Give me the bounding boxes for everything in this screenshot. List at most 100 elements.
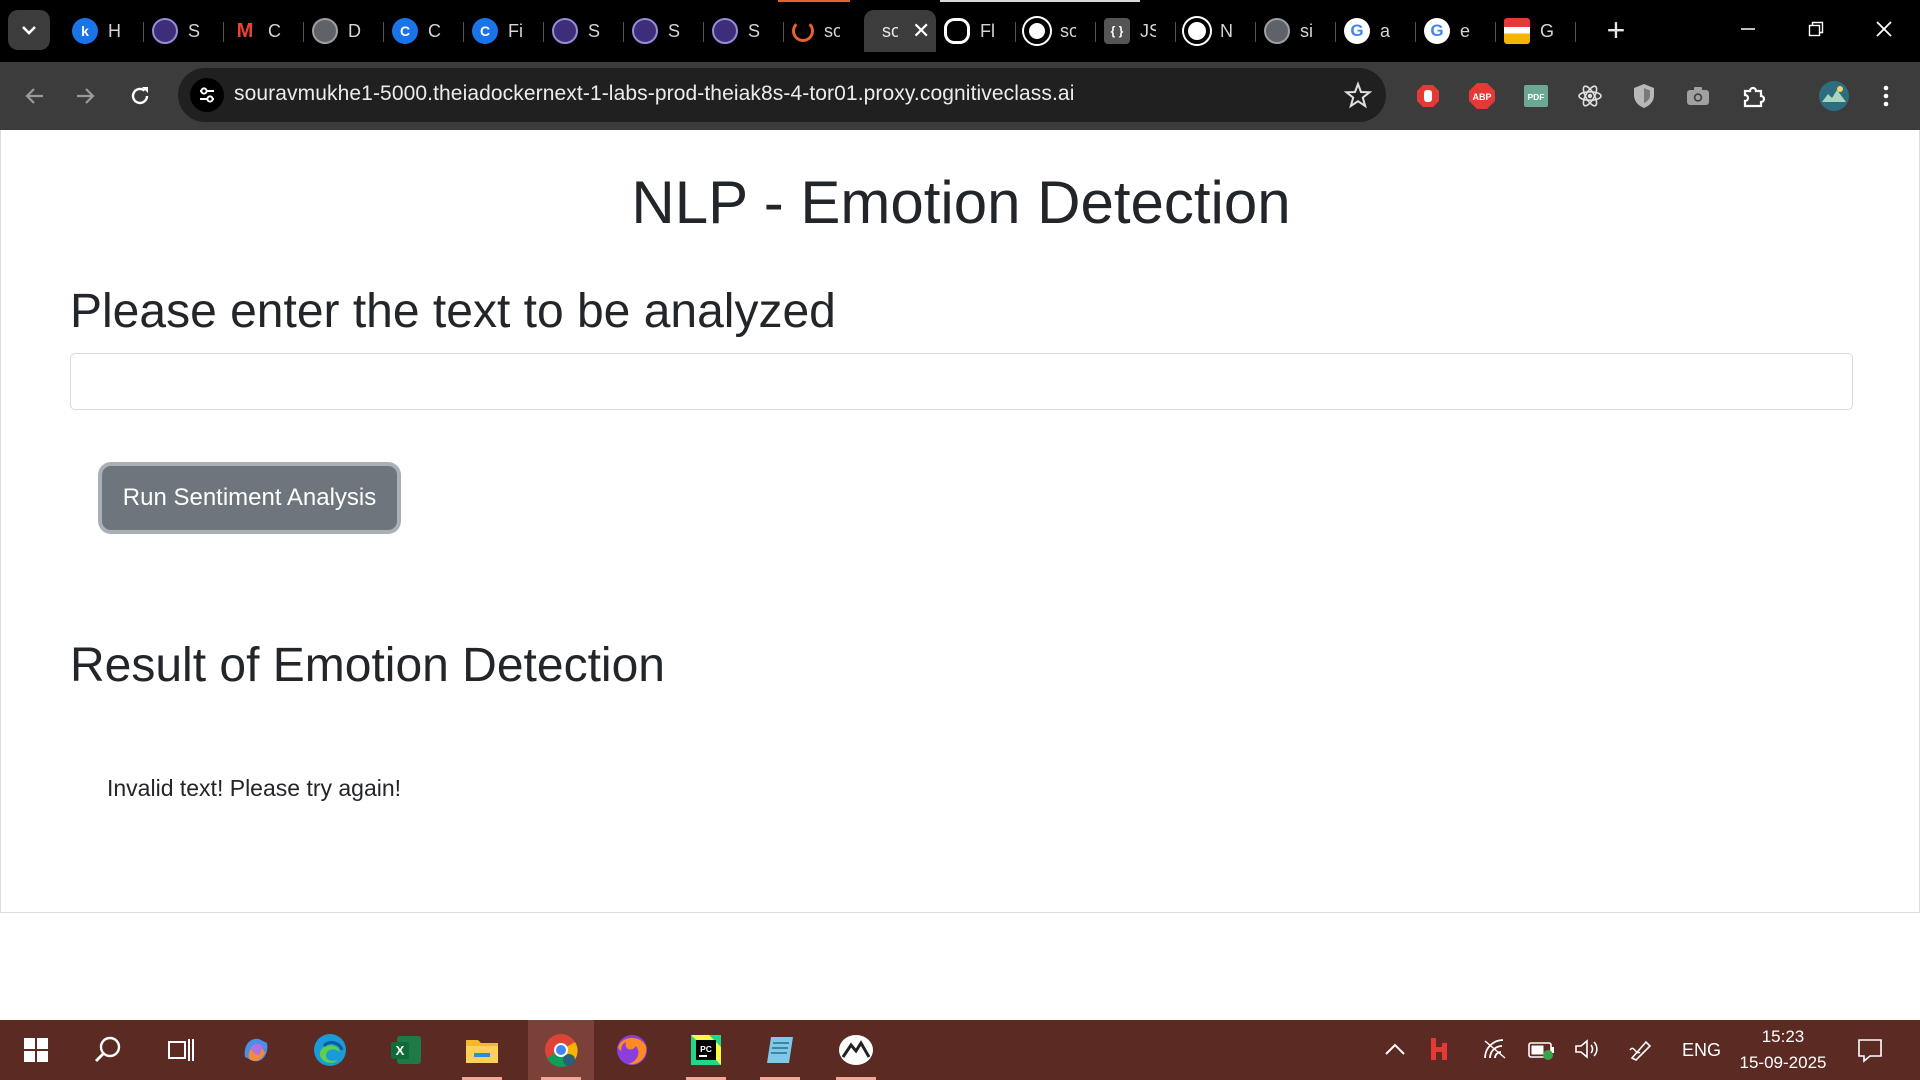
adblock-icon: ABP xyxy=(1469,83,1495,109)
browser-tab[interactable]: N xyxy=(1176,10,1256,52)
forward-button[interactable] xyxy=(64,74,108,118)
browser-menu-button[interactable] xyxy=(1866,76,1906,116)
stop-hand-icon xyxy=(1417,85,1439,107)
svg-text:ABP: ABP xyxy=(1472,92,1491,102)
gmail-icon: M xyxy=(236,19,254,42)
url-text[interactable]: souravmukhe1-5000.theiadockernext-1-labs… xyxy=(234,82,1074,106)
tab-title: S xyxy=(588,20,601,41)
new-tab-button[interactable]: + xyxy=(1596,10,1636,50)
screenshot-extension[interactable] xyxy=(1678,76,1718,116)
browser-tab[interactable]: so xyxy=(784,10,864,52)
network-icon-button[interactable] xyxy=(1482,1038,1508,1065)
svg-text:PDF: PDF xyxy=(1528,92,1545,102)
stop-hand-extension[interactable] xyxy=(1408,76,1448,116)
shield-icon xyxy=(1634,84,1654,108)
back-button[interactable] xyxy=(12,74,56,118)
battery-icon xyxy=(1528,1042,1554,1060)
google-icon: G xyxy=(1424,18,1450,44)
tab-title: S xyxy=(748,20,761,41)
pen-menu-button[interactable] xyxy=(1628,1038,1654,1067)
close-icon xyxy=(1876,21,1892,37)
tab-active[interactable]: so ✕ xyxy=(864,10,936,52)
browser-tab[interactable]: S xyxy=(624,10,704,52)
clock-time: 15:23 xyxy=(1761,1027,1805,1046)
pdf-extension[interactable]: PDF xyxy=(1516,76,1556,116)
tab-title: JS xyxy=(1140,20,1156,41)
tab-title: G xyxy=(1540,20,1555,41)
chrome-button[interactable] xyxy=(528,1020,594,1080)
restore-button[interactable] xyxy=(1782,0,1850,58)
show-hidden-icons-button[interactable] xyxy=(1384,1040,1406,1061)
notification-icon xyxy=(1858,1039,1882,1063)
edge-button[interactable] xyxy=(300,1020,360,1080)
browser-tab[interactable]: si xyxy=(1256,10,1336,52)
react-icon xyxy=(1578,85,1602,107)
browser-tab[interactable]: MC xyxy=(224,10,304,52)
browser-tab[interactable]: C Fi xyxy=(464,10,544,52)
shield-extension[interactable] xyxy=(1624,76,1664,116)
browser-tab[interactable]: kH xyxy=(64,10,144,52)
close-tab-icon[interactable]: ✕ xyxy=(912,18,930,44)
bookmark-star-icon[interactable] xyxy=(1344,81,1372,109)
page-title: NLP - Emotion Detection xyxy=(631,169,1291,236)
notifications-button[interactable] xyxy=(1856,1036,1884,1069)
tray-app-icon[interactable] xyxy=(1428,1036,1450,1067)
coursera-icon xyxy=(712,18,738,44)
tab-title: si xyxy=(1300,20,1313,41)
browser-tab[interactable]: CC xyxy=(384,10,464,52)
reload-button[interactable] xyxy=(118,74,162,118)
browser-tab[interactable]: S xyxy=(544,10,624,52)
taskbar-search-button[interactable] xyxy=(78,1020,138,1080)
coursera-icon xyxy=(552,18,578,44)
browser-tab[interactable]: G xyxy=(1496,10,1576,52)
notepad-icon xyxy=(767,1037,793,1063)
profile-avatar[interactable] xyxy=(1814,76,1854,116)
firefox-button[interactable] xyxy=(602,1020,662,1080)
copilot-button[interactable] xyxy=(226,1020,286,1080)
browser-tab[interactable]: so xyxy=(1016,10,1096,52)
browser-tab[interactable]: D xyxy=(304,10,384,52)
reload-icon xyxy=(131,87,149,105)
react-devtools-extension[interactable] xyxy=(1570,76,1610,116)
file-explorer-button[interactable] xyxy=(452,1020,512,1080)
notepad-button[interactable] xyxy=(750,1020,810,1080)
chevron-up-icon xyxy=(1385,1043,1405,1055)
tab-search-button[interactable] xyxy=(8,10,50,50)
browser-tab[interactable]: S xyxy=(704,10,784,52)
text-to-analyze-input[interactable] xyxy=(70,353,1853,410)
tab-title: Fl xyxy=(980,20,995,41)
adblock-extension[interactable]: ABP xyxy=(1462,76,1502,116)
mobaxterm-button[interactable] xyxy=(826,1020,886,1080)
start-button[interactable] xyxy=(6,1020,66,1080)
result-heading: Result of Emotion Detection xyxy=(70,639,665,692)
task-view-button[interactable] xyxy=(150,1020,210,1080)
address-bar[interactable]: souravmukhe1-5000.theiadockernext-1-labs… xyxy=(178,68,1386,122)
tune-icon xyxy=(200,87,214,103)
copilot-icon xyxy=(244,1038,268,1062)
tab-title: a xyxy=(1380,20,1391,41)
volume-icon-button[interactable] xyxy=(1574,1038,1600,1065)
json-icon: { } xyxy=(1104,18,1130,44)
site-info-button[interactable] xyxy=(190,78,224,112)
page-content: NLP - Emotion Detection Please enter the… xyxy=(0,130,1920,913)
tab-title: H xyxy=(108,20,121,41)
more-vertical-icon xyxy=(1883,85,1889,107)
excel-button[interactable]: X xyxy=(376,1020,436,1080)
browser-tab[interactable]: Fl xyxy=(936,10,1016,52)
tab-title: so xyxy=(882,20,898,41)
close-window-button[interactable] xyxy=(1850,0,1918,58)
minimize-button[interactable] xyxy=(1714,0,1782,58)
camera-icon xyxy=(1687,87,1709,105)
search-icon xyxy=(95,1036,121,1062)
arrow-left-icon xyxy=(25,88,43,104)
browser-tab[interactable]: S xyxy=(144,10,224,52)
battery-icon-button[interactable] xyxy=(1528,1040,1556,1065)
language-indicator[interactable]: ENG xyxy=(1682,1040,1721,1061)
browser-tab[interactable]: Ga xyxy=(1336,10,1416,52)
browser-tab[interactable]: { } JS xyxy=(1096,10,1176,52)
run-sentiment-analysis-button[interactable]: Run Sentiment Analysis xyxy=(102,466,397,530)
taskbar-clock[interactable]: 15:23 15-09-2025 xyxy=(1738,1024,1828,1076)
pycharm-button[interactable]: PC xyxy=(676,1020,736,1080)
browser-tab[interactable]: Ge xyxy=(1416,10,1496,52)
extensions-button[interactable] xyxy=(1734,76,1774,116)
